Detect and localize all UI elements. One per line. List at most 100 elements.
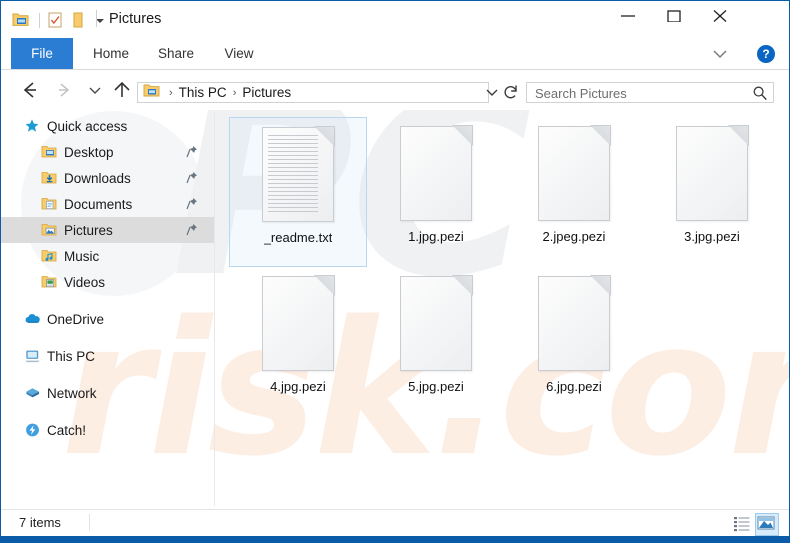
file-item[interactable]: 5.jpg.pezi — [367, 267, 505, 417]
help-button[interactable]: ? — [757, 45, 775, 63]
sidebar-item-music[interactable]: Music — [1, 243, 214, 269]
sidebar-item-this-pc[interactable]: This PC — [1, 343, 214, 369]
pin-icon[interactable] — [186, 197, 198, 210]
minimize-button[interactable] — [605, 1, 651, 31]
blank-file-icon — [262, 275, 335, 371]
window-title: Pictures — [109, 11, 162, 27]
navigation-pane: Quick access Desktop Downloads Documents Pic… — [1, 113, 214, 518]
file-item[interactable]: 6.jpg.pezi — [505, 267, 643, 417]
sidebar-item-label: Catch! — [47, 422, 87, 438]
sidebar-item-label: Documents — [64, 196, 133, 212]
sidebar-item-label: Quick access — [47, 118, 128, 134]
sidebar-item-label: OneDrive — [47, 311, 105, 327]
sidebar-item-videos[interactable]: Videos — [1, 269, 214, 295]
refresh-icon[interactable] — [501, 82, 521, 103]
star-icon — [24, 118, 40, 134]
file-explorer-window: PC risk.com — [0, 0, 790, 543]
file-item[interactable]: _readme.txt — [229, 117, 367, 267]
file-item[interactable]: 1.jpg.pezi — [367, 117, 505, 267]
properties-checkbox-icon[interactable] — [45, 11, 65, 29]
blank-file-icon — [400, 275, 473, 371]
title-bar: Pictures — [1, 1, 789, 38]
maximize-button[interactable] — [651, 1, 697, 31]
window-bottom-accent — [1, 536, 789, 542]
folder-properties-icon[interactable] — [11, 11, 31, 29]
breadcrumb-separator-2: › — [232, 86, 237, 99]
file-name-label: 4.jpg.pezi — [270, 379, 326, 394]
sidebar-item-label: Desktop — [64, 144, 114, 160]
sidebar-item-pictures[interactable]: Pictures — [1, 217, 214, 243]
sidebar-item-label: Downloads — [64, 170, 131, 186]
sidebar-item-label: This PC — [47, 348, 96, 364]
title-divider — [96, 10, 97, 27]
breadcrumb-item-pictures[interactable]: Pictures — [242, 85, 291, 100]
tab-share[interactable]: Share — [146, 38, 206, 70]
status-item-count: 7 items — [19, 515, 61, 530]
blank-file-icon — [538, 275, 611, 371]
folder-videos-icon — [41, 274, 57, 290]
file-item[interactable]: 2.jpeg.pezi — [505, 117, 643, 267]
up-button[interactable] — [109, 77, 135, 103]
recent-locations-chevron-icon[interactable] — [85, 77, 105, 103]
details-view-button[interactable] — [731, 513, 753, 534]
sidebar-item-label: Network — [47, 385, 97, 401]
tab-home[interactable]: Home — [81, 38, 141, 70]
large-icons-view-button[interactable] — [755, 513, 779, 536]
sidebar-item-desktop[interactable]: Desktop — [1, 139, 214, 165]
file-name-label: _readme.txt — [263, 230, 333, 245]
sidebar-item-downloads[interactable]: Downloads — [1, 165, 214, 191]
breadcrumb-separator-1: › — [169, 86, 173, 99]
file-item[interactable]: 3.jpg.pezi — [643, 117, 781, 267]
new-folder-icon[interactable] — [68, 11, 88, 29]
forward-button[interactable] — [51, 77, 77, 103]
blank-file-icon — [676, 125, 749, 221]
ribbon-tab-bar: File Home Share View — [1, 38, 789, 70]
sidebar-item-catch[interactable]: Catch! — [1, 417, 214, 443]
address-dropdown-chevron-icon[interactable] — [483, 83, 501, 102]
folder-pictures-icon — [41, 222, 57, 238]
file-grid: _readme.txt 1.jpg.pezi 2.jpeg.pezi 3.jpg.pe… — [215, 113, 789, 417]
qat-divider-1 — [39, 12, 40, 28]
pin-icon[interactable] — [186, 171, 198, 184]
close-button[interactable] — [697, 1, 743, 31]
sidebar-item-label: Videos — [64, 274, 106, 290]
text-file-icon — [262, 126, 335, 222]
catch-icon — [24, 422, 40, 438]
breadcrumb[interactable]: › This PC › Pictures — [137, 82, 489, 103]
breadcrumb-item-this-pc[interactable]: This PC — [179, 85, 227, 100]
quick-access-toolbar — [11, 10, 107, 30]
sidebar-item-documents[interactable]: Documents — [1, 191, 214, 217]
file-name-label: 1.jpg.pezi — [408, 229, 464, 244]
sidebar-item-label: Pictures — [64, 222, 113, 238]
sidebar-item-quick-access[interactable]: Quick access — [1, 113, 214, 139]
folder-pictures-icon — [143, 83, 160, 103]
pin-icon[interactable] — [186, 145, 198, 158]
sidebar-item-network[interactable]: Network — [1, 380, 214, 406]
file-list-pane[interactable]: _readme.txt 1.jpg.pezi 2.jpeg.pezi 3.jpg.pe… — [215, 113, 789, 506]
file-name-label: 5.jpg.pezi — [408, 379, 464, 394]
search-box[interactable] — [526, 82, 774, 103]
file-item[interactable]: 4.jpg.pezi — [229, 267, 367, 417]
back-button[interactable] — [17, 77, 43, 103]
file-name-label: 2.jpeg.pezi — [542, 229, 606, 244]
tab-file[interactable]: File — [11, 38, 73, 70]
network-icon — [24, 385, 40, 401]
folder-downloads-icon — [41, 170, 57, 186]
pin-icon[interactable] — [186, 223, 198, 236]
folder-music-icon — [41, 248, 57, 264]
tab-view[interactable]: View — [211, 38, 267, 70]
search-input[interactable] — [533, 85, 747, 102]
sidebar-item-onedrive[interactable]: OneDrive — [1, 306, 214, 332]
blank-file-icon — [400, 125, 473, 221]
folder-desktop-icon — [41, 144, 57, 160]
file-name-label: 3.jpg.pezi — [684, 229, 740, 244]
folder-documents-icon — [41, 196, 57, 212]
sidebar-item-label: Music — [64, 248, 100, 264]
status-bar: 7 items — [1, 510, 789, 537]
chevron-down-icon[interactable] — [709, 44, 731, 64]
search-icon[interactable] — [752, 85, 768, 101]
computer-icon — [24, 348, 40, 364]
